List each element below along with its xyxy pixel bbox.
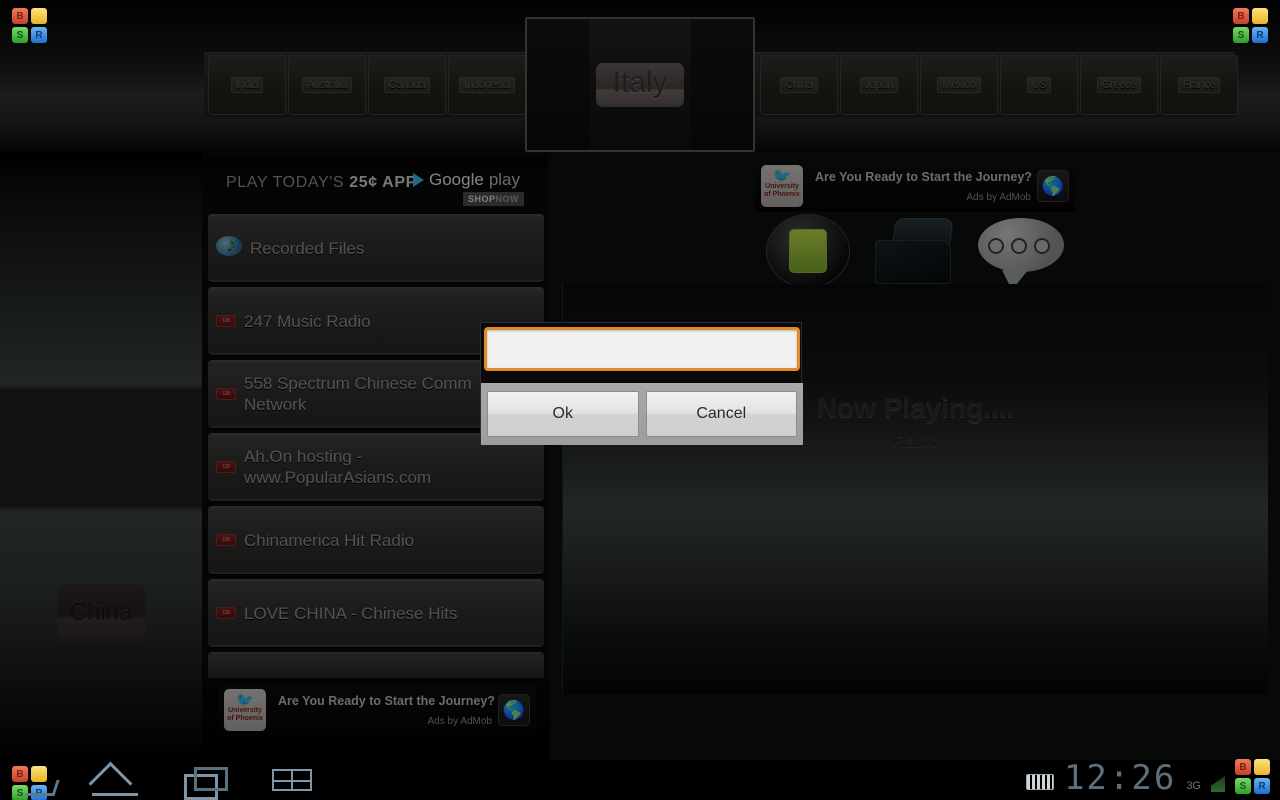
badge-b-icon[interactable]: B [12, 8, 28, 24]
back-icon[interactable] [28, 780, 68, 796]
dialog-text-input[interactable] [487, 330, 797, 368]
badge-s-icon[interactable]: S [1235, 778, 1251, 794]
badge-y-icon[interactable] [1252, 8, 1268, 24]
keyboard-icon[interactable] [1025, 774, 1054, 790]
badge-r-icon[interactable]: R [31, 27, 47, 43]
badge-s-icon[interactable]: S [1233, 27, 1249, 43]
system-nav-bar: B S R 12:26 3G B S R [0, 758, 1280, 800]
status-badges-top-left[interactable]: B S R [12, 8, 47, 43]
badge-b-icon[interactable]: B [12, 766, 28, 782]
signal-icon [1211, 776, 1225, 792]
country-tab-selected-label: Italy [596, 62, 684, 107]
grid-icon[interactable] [272, 769, 312, 791]
cancel-button[interactable]: Cancel [645, 391, 797, 437]
screen: India Australia Canada Indonesia Italy C… [0, 0, 1280, 800]
badge-r-icon[interactable]: R [1254, 778, 1270, 794]
dialog-input-wrapper[interactable] [484, 327, 800, 371]
recents-icon[interactable] [182, 764, 228, 800]
badge-b-icon[interactable]: B [1233, 8, 1249, 24]
ok-button[interactable]: Ok [487, 391, 639, 437]
dialog-button-bar: Ok Cancel [481, 383, 803, 445]
badge-y-icon[interactable] [1254, 759, 1270, 775]
network-indicator: 3G [1186, 780, 1201, 792]
input-dialog: Ok Cancel [480, 322, 803, 445]
clock: 12:26 [1063, 758, 1177, 798]
home-icon[interactable] [92, 764, 138, 796]
badge-s-icon[interactable]: S [12, 27, 28, 43]
system-status-right: 12:26 3G B S R [1025, 758, 1270, 798]
badge-b-icon[interactable]: B [1235, 759, 1251, 775]
badge-y-icon[interactable] [31, 8, 47, 24]
badge-r-icon[interactable]: R [1252, 27, 1268, 43]
status-badges-top-right[interactable]: B S R [1233, 8, 1268, 43]
